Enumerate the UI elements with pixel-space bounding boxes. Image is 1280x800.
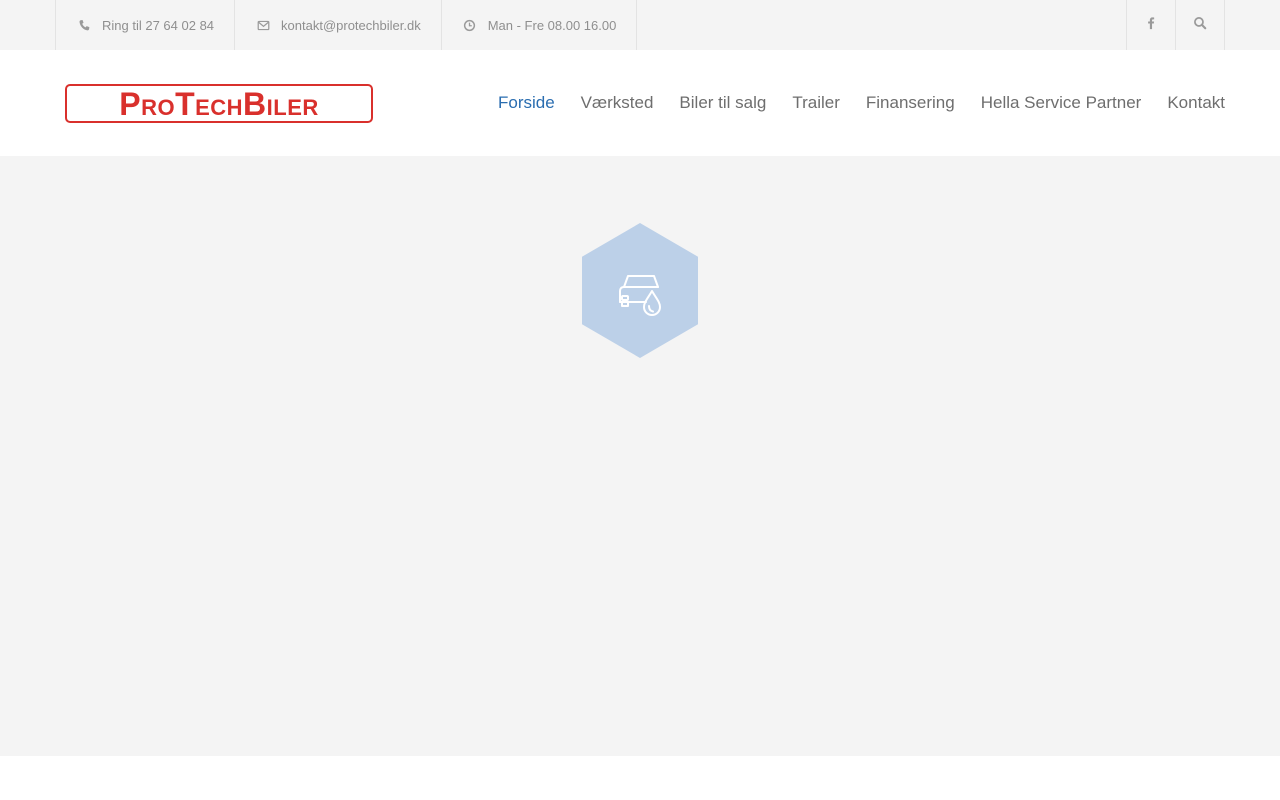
nav-item-trailer[interactable]: Trailer — [792, 93, 840, 113]
clock-icon — [462, 17, 478, 33]
main-nav: Forside Værksted Biler til salg Trailer … — [472, 50, 1225, 156]
hours-text: Man - Fre 08.00 16.00 — [487, 17, 617, 33]
search-icon — [1193, 16, 1207, 35]
phone-text: Ring til 27 64 02 84 — [102, 17, 215, 33]
feature-hexagon — [582, 223, 698, 358]
nav-item-biler-til-salg[interactable]: Biler til salg — [679, 93, 766, 113]
facebook-button[interactable] — [1127, 0, 1176, 50]
main-content — [0, 156, 1280, 756]
phone-icon — [76, 17, 92, 33]
nav-item-kontakt[interactable]: Kontakt — [1167, 93, 1225, 113]
nav-item-hella-service-partner[interactable]: Hella Service Partner — [981, 93, 1142, 113]
nav-item-vaerksted[interactable]: Værksted — [581, 93, 654, 113]
nav-item-forside[interactable]: Forside — [498, 93, 555, 113]
search-button[interactable] — [1176, 0, 1225, 50]
logo-text: ProTechBiler — [119, 85, 319, 122]
site-logo[interactable]: ProTechBiler — [65, 84, 373, 123]
site-header: ProTechBiler Forside Værksted Biler til … — [0, 50, 1280, 156]
envelope-icon — [255, 17, 271, 33]
footer-strip — [0, 756, 1280, 800]
hours-info: Man - Fre 08.00 16.00 — [442, 0, 638, 50]
email-text: kontakt@protechbiler.dk — [281, 17, 421, 33]
top-bar: Ring til 27 64 02 84 kontakt@protechbile… — [0, 0, 1280, 50]
phone-info[interactable]: Ring til 27 64 02 84 — [56, 0, 236, 50]
nav-item-finansering[interactable]: Finansering — [866, 93, 955, 113]
facebook-icon — [1144, 16, 1158, 35]
email-info[interactable]: kontakt@protechbiler.dk — [235, 0, 442, 50]
topbar-actions — [1126, 0, 1225, 50]
contact-info: Ring til 27 64 02 84 kontakt@protechbile… — [55, 0, 638, 50]
